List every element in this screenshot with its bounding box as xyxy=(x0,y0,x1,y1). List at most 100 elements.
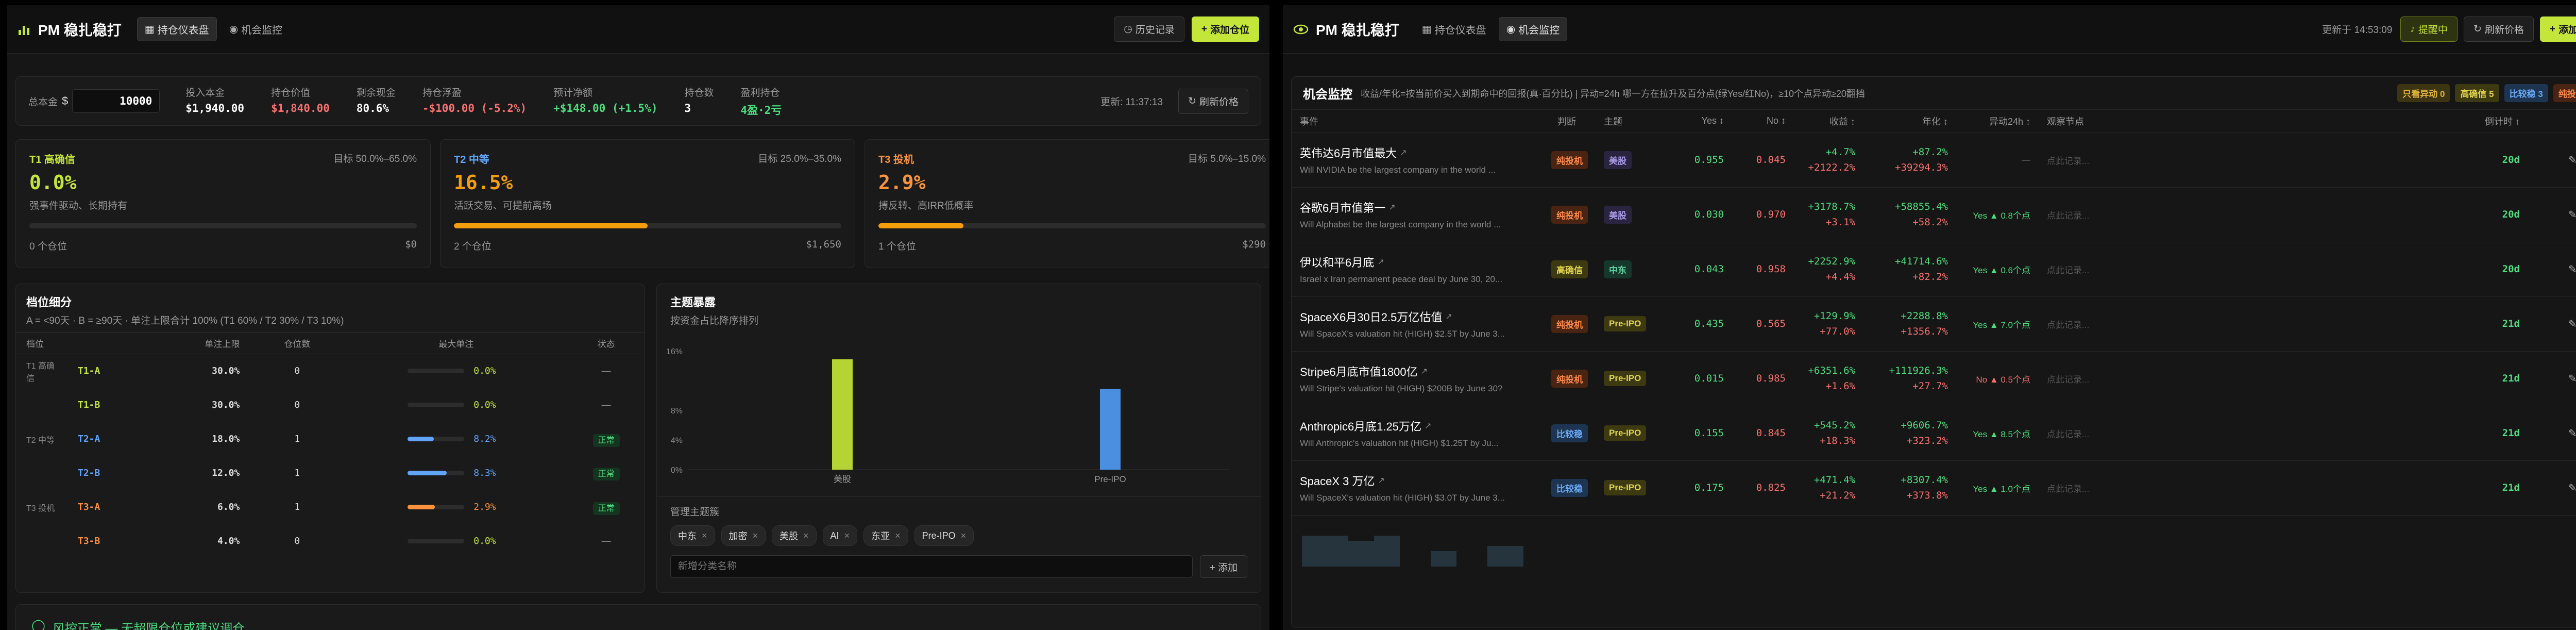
tab-dashboard[interactable]: ▦ 持仓仪表盘 xyxy=(137,17,217,41)
note-field[interactable]: 点此记录... xyxy=(2039,296,2399,351)
tab-monitor[interactable]: ◉ 机会监控 xyxy=(222,17,290,41)
event-title[interactable]: Anthropic6月底1.25万亿 xyxy=(1300,418,1421,434)
add-opportunity-button[interactable]: +添加机会 xyxy=(2539,16,2576,42)
note-field[interactable]: 点此记录... xyxy=(2039,460,2399,515)
external-link-icon[interactable]: ↗ xyxy=(1400,147,1406,158)
close-icon[interactable]: × xyxy=(803,530,809,541)
judgement-tag[interactable]: 纯投机 xyxy=(1551,205,1588,224)
close-icon[interactable]: × xyxy=(702,530,707,541)
close-icon[interactable]: × xyxy=(844,530,850,541)
opportunity-row[interactable]: Stripe6月底市值1800亿 ↗ Will Stripe's valuation… xyxy=(1292,351,2576,406)
external-link-icon[interactable]: ↗ xyxy=(1378,475,1385,486)
judgement-tag[interactable]: 比较稳 xyxy=(1551,424,1588,442)
event-title[interactable]: 伊以和平6月底 xyxy=(1300,254,1374,270)
external-link-icon[interactable]: ↗ xyxy=(1421,366,1428,376)
column-header[interactable] xyxy=(73,333,138,354)
topic-tag[interactable]: Pre-IPO xyxy=(1604,371,1647,386)
column-header[interactable]: 判断 xyxy=(1549,110,1596,132)
add-topic-button[interactable]: + 添加 xyxy=(1199,555,1247,578)
event-title[interactable]: 英伟达6月市值最大 xyxy=(1300,144,1397,161)
column-header[interactable]: 仓位数 xyxy=(250,333,344,354)
topic-chip[interactable]: AI × xyxy=(822,525,858,546)
column-header[interactable]: 最大单注 xyxy=(344,333,568,354)
external-link-icon[interactable]: ↗ xyxy=(1388,202,1395,212)
edit-icon[interactable]: ✎ xyxy=(2568,319,2576,330)
column-header[interactable]: 档位 xyxy=(16,333,73,354)
topic-tag[interactable]: Pre-IPO xyxy=(1604,316,1647,331)
edit-icon[interactable]: ✎ xyxy=(2568,483,2576,494)
opportunity-row[interactable]: SpaceX6月30日2.5万亿估值 ↗ Will SpaceX's valuati… xyxy=(1292,296,2576,351)
topic-chip[interactable]: 美股 × xyxy=(772,525,817,546)
opportunity-row[interactable]: 英伟达6月市值最大 ↗ Will NVIDIA be the largest com… xyxy=(1292,132,2576,187)
column-header[interactable]: 观察节点 xyxy=(2039,110,2399,132)
column-header[interactable]: 单注上限 xyxy=(138,333,250,354)
column-header[interactable]: 事件 xyxy=(1292,110,1549,132)
close-icon[interactable]: × xyxy=(895,530,901,541)
alert-toggle[interactable]: ♪ 提醒中 xyxy=(2400,16,2458,42)
filter-chip[interactable]: 纯投机 6 xyxy=(2553,84,2576,102)
history-button[interactable]: ◷ 历史记录 xyxy=(1114,16,1184,42)
column-header[interactable]: 状态 xyxy=(568,333,645,354)
refresh-price-button[interactable]: ↻ 刷新价格 xyxy=(2463,16,2534,42)
event-title[interactable]: SpaceX6月30日2.5万亿估值 xyxy=(1300,308,1442,325)
opportunity-row[interactable]: SpaceX 3 万亿 ↗ Will SpaceX's valuation hit … xyxy=(1292,460,2576,515)
edit-icon[interactable]: ✎ xyxy=(2568,155,2576,166)
note-field[interactable]: 点此记录... xyxy=(2039,187,2399,242)
edit-icon[interactable]: ✎ xyxy=(2568,264,2576,275)
filter-chip[interactable]: 高确信 5 xyxy=(2455,84,2499,102)
edit-icon[interactable]: ✎ xyxy=(2568,428,2576,439)
topic-chip[interactable]: 加密 × xyxy=(721,525,766,546)
judgement-tag[interactable]: 纯投机 xyxy=(1551,369,1588,388)
external-link-icon[interactable]: ↗ xyxy=(1445,311,1452,322)
edit-icon[interactable]: ✎ xyxy=(2568,373,2576,385)
edit-icon[interactable]: ✎ xyxy=(2568,209,2576,221)
tab-monitor[interactable]: ◉ 机会监控 xyxy=(1498,17,1568,41)
note-field[interactable]: 点此记录... xyxy=(2039,132,2399,187)
event-title[interactable]: SpaceX 3 万亿 xyxy=(1300,472,1375,489)
column-header[interactable]: 倒计时 ↑ xyxy=(2399,110,2528,132)
external-link-icon[interactable]: ↗ xyxy=(1425,421,1431,431)
topic-tag[interactable]: Pre-IPO xyxy=(1604,480,1647,495)
note-field[interactable]: 点此记录... xyxy=(2039,406,2399,460)
close-icon[interactable]: × xyxy=(753,530,758,541)
note-field[interactable]: 点此记录... xyxy=(2039,242,2399,296)
note-field[interactable]: 点此记录... xyxy=(2039,351,2399,406)
topic-chip[interactable]: 中东 × xyxy=(670,525,715,546)
opportunity-row[interactable]: Anthropic6月底1.25万亿 ↗ Will Anthropic's valu… xyxy=(1292,406,2576,460)
column-header[interactable]: 操作 xyxy=(2528,110,2576,132)
column-header[interactable]: Yes ↕ xyxy=(1670,110,1732,132)
judgement-tag[interactable]: 纯投机 xyxy=(1551,314,1588,333)
chart-bars-icon xyxy=(19,25,29,35)
topic-chip[interactable]: Pre-IPO × xyxy=(914,525,974,546)
opportunity-row[interactable]: 伊以和平6月底 ↗ Israel x Iran permanent peace de… xyxy=(1292,242,2576,296)
close-icon[interactable]: × xyxy=(961,530,967,541)
column-header[interactable]: 收益 ↕ xyxy=(1794,110,1863,132)
topic-tag[interactable]: 美股 xyxy=(1604,205,1632,224)
column-header[interactable]: No ↕ xyxy=(1732,110,1794,132)
tab-dashboard[interactable]: ▦ 持仓仪表盘 xyxy=(1415,17,1494,41)
topic-tag[interactable]: Pre-IPO xyxy=(1604,425,1647,441)
new-topic-input[interactable] xyxy=(670,555,1193,578)
topic-chip[interactable]: 东亚 × xyxy=(863,525,908,546)
topic-tag[interactable]: 中东 xyxy=(1604,260,1632,278)
capital-input[interactable]: 10000 xyxy=(72,89,160,113)
exposure-bar[interactable] xyxy=(1100,389,1121,470)
opportunity-row[interactable]: 谷歌6月市值第一 ↗ Will Alphabet be the largest co… xyxy=(1292,187,2576,242)
status-badge: — xyxy=(601,366,611,376)
filter-chip[interactable]: 比较稳 3 xyxy=(2504,84,2548,102)
exposure-bar[interactable] xyxy=(832,359,853,470)
topic-tag[interactable]: 美股 xyxy=(1604,151,1632,169)
filter-chip[interactable]: 只看异动 0 xyxy=(2397,84,2450,102)
add-position-button[interactable]: + 添加仓位 xyxy=(1191,16,1259,42)
refresh-price-button[interactable]: ↻ 刷新价格 xyxy=(1178,88,1248,114)
tier-group xyxy=(16,456,73,490)
judgement-tag[interactable]: 纯投机 xyxy=(1551,151,1588,169)
column-header[interactable]: 异动24h ↕ xyxy=(1956,110,2039,132)
event-title[interactable]: 谷歌6月市值第一 xyxy=(1300,199,1385,215)
judgement-tag[interactable]: 高确信 xyxy=(1551,260,1588,278)
column-header[interactable]: 主题 xyxy=(1596,110,1670,132)
judgement-tag[interactable]: 比较稳 xyxy=(1551,478,1588,497)
external-link-icon[interactable]: ↗ xyxy=(1377,257,1384,267)
event-title[interactable]: Stripe6月底市值1800亿 xyxy=(1300,363,1418,379)
column-header[interactable]: 年化 ↕ xyxy=(1863,110,1956,132)
